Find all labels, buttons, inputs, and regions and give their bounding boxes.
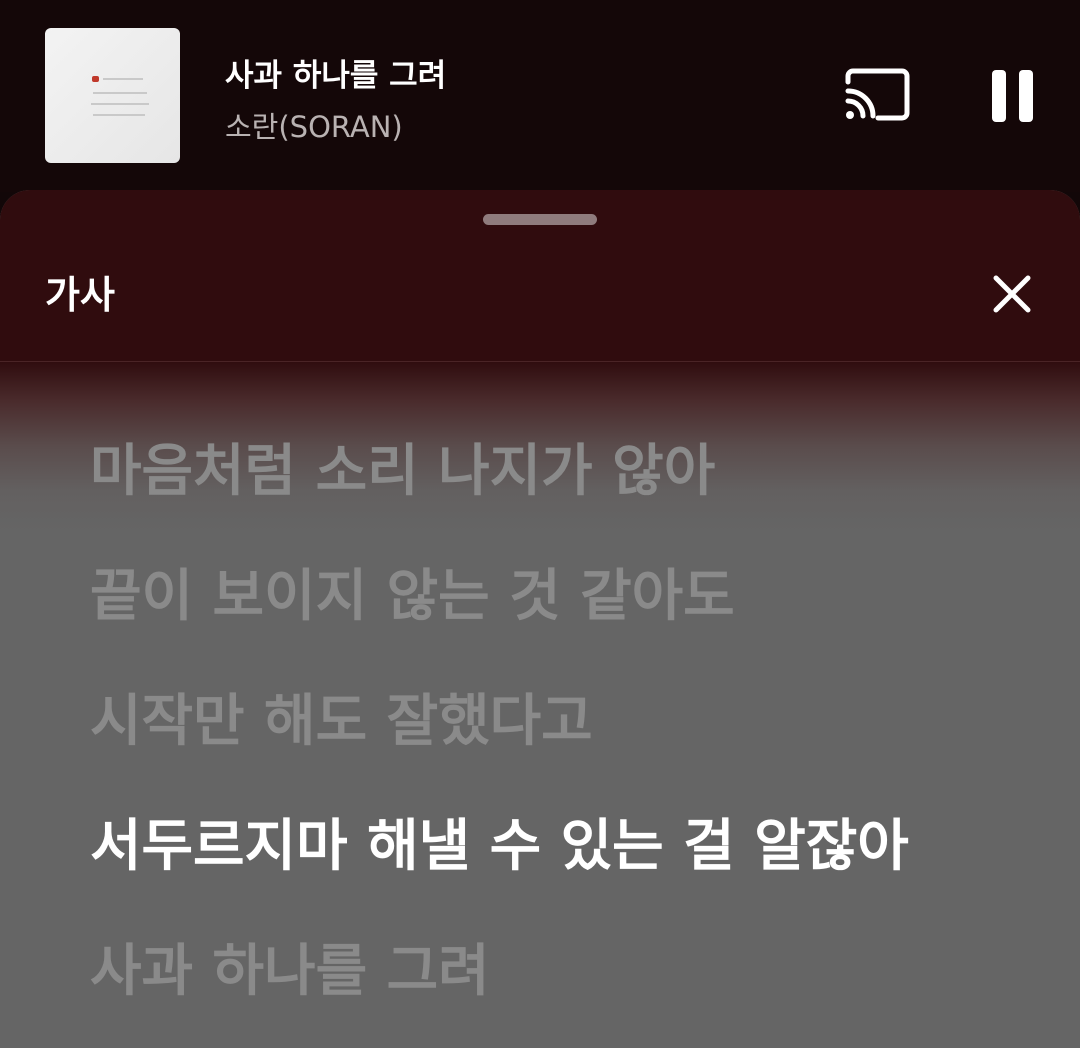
pause-button[interactable]	[990, 68, 1036, 124]
pause-icon-bar	[1019, 70, 1033, 122]
music-player-screen: 사과 하나를 그려 소란(SORAN) 가사 마음처럼 소리 나지가 않아 끝이…	[0, 0, 1080, 1048]
lyrics-list[interactable]: 마음처럼 소리 나지가 않아 끝이 보이지 않는 것 같아도 시작만 해도 잘했…	[0, 361, 1080, 1048]
album-art-text-line	[93, 92, 147, 94]
lyrics-sheet: 가사 마음처럼 소리 나지가 않아 끝이 보이지 않는 것 같아도 시작만 해도…	[0, 190, 1080, 1048]
pause-icon	[992, 70, 1006, 122]
lyric-line[interactable]: 끝이 보이지 않는 것 같아도	[90, 551, 735, 632]
album-art-text-line	[91, 103, 149, 105]
cast-button[interactable]	[842, 66, 912, 124]
album-art-text-line	[93, 114, 145, 116]
lyric-line[interactable]: 마음처럼 소리 나지가 않아	[90, 426, 715, 507]
close-button[interactable]	[988, 270, 1036, 318]
lyric-line[interactable]: 시작만 해도 잘했다고	[90, 676, 593, 757]
album-art-apple-mark	[92, 76, 99, 82]
cast-icon	[845, 68, 910, 121]
lyrics-sheet-header: 가사	[0, 190, 1080, 362]
track-title[interactable]: 사과 하나를 그려	[225, 50, 446, 95]
lyric-line-active[interactable]: 서두르지마 해낼 수 있는 걸 알잖아	[90, 801, 909, 882]
mini-player[interactable]: 사과 하나를 그려 소란(SORAN)	[0, 0, 1080, 192]
lyric-line[interactable]: 사과 하나를 그려	[90, 926, 490, 1007]
lyrics-title: 가사	[45, 273, 115, 317]
drag-handle[interactable]	[483, 214, 597, 225]
close-icon	[993, 275, 1031, 313]
album-art-text-line	[103, 78, 143, 80]
album-art[interactable]	[45, 28, 180, 163]
track-artist[interactable]: 소란(SORAN)	[225, 104, 403, 146]
